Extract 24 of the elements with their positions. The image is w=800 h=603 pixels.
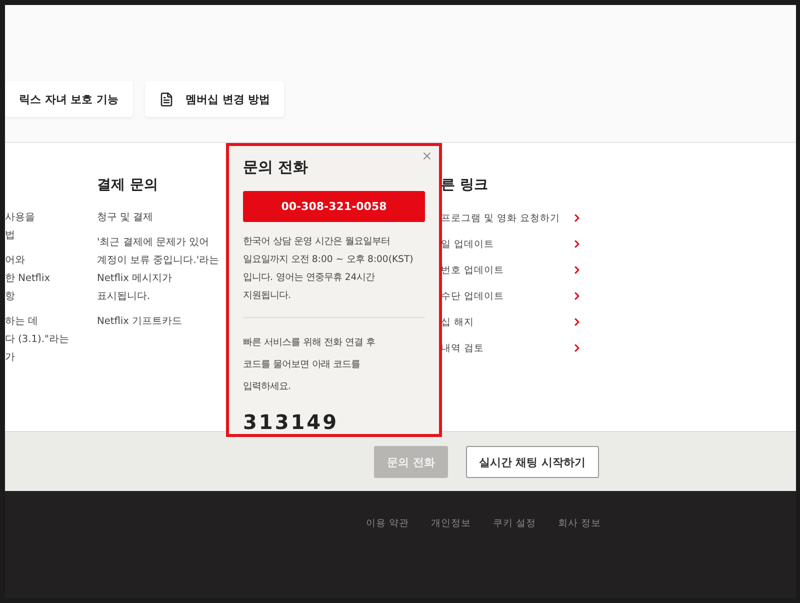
column-heading: 결제 문의 (97, 176, 159, 194)
footer-link[interactable]: 회사 정보 (558, 517, 602, 531)
help-link[interactable]: 사용을 법 (5, 209, 97, 245)
footer-link[interactable]: 이용 약관 (366, 517, 410, 531)
quick-link[interactable]: 수단 업데이트 (441, 290, 504, 302)
column-heading: 른 링크 (441, 176, 489, 194)
quick-link[interactable]: 프로그램 및 영화 요청하기 (441, 212, 560, 224)
help-link[interactable]: 하는 데 다 (3.1)."라는 가 (5, 313, 97, 367)
quick-link[interactable]: 번호 업데이트 (441, 264, 504, 276)
quick-link[interactable]: 일 업데이트 (441, 238, 494, 250)
quick-link[interactable]: 십 해지 (441, 316, 474, 328)
phone-number-button[interactable]: 00-308-321-0058 (243, 191, 425, 222)
help-link[interactable]: 어와 한 Netflix 항 (5, 252, 97, 306)
topic-card[interactable]: 멤버십 변경 방법 (144, 81, 284, 117)
popup-title: 문의 전화 (243, 158, 310, 177)
close-button[interactable] (421, 150, 433, 162)
footer-link[interactable]: 개인정보 (431, 517, 472, 531)
document-icon (158, 92, 174, 106)
verification-code: 313149 (243, 410, 340, 434)
topic-card[interactable]: 릭스 자녀 보호 기능 (5, 81, 132, 117)
hours-text: 한국어 상담 운영 시간은 월요일부터 일요일까지 오전 8:00 ~ 오후 8:00(KST) 입니다. 영어는 연중무휴 24시간 지원됩니다. (243, 235, 414, 303)
instructions-text: 빠른 서비스를 위해 전화 연결 후 코드를 물어보면 아래 코드를 입력하세요. (243, 336, 376, 394)
footer-link[interactable]: 쿠키 설정 (493, 517, 536, 531)
chat-button[interactable]: 실시간 채팅 시작하기 (466, 446, 599, 478)
